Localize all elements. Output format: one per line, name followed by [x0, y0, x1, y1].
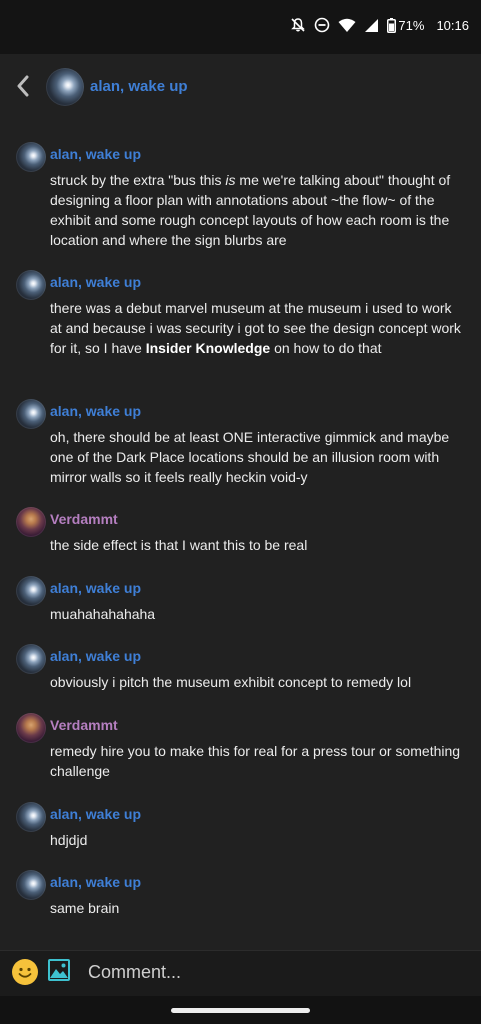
- message-author[interactable]: alan, wake up: [50, 403, 141, 419]
- message-author[interactable]: alan, wake up: [50, 806, 141, 822]
- chat-header: alan, wake up: [0, 54, 481, 122]
- chevron-left-icon: [16, 75, 30, 102]
- message-text: there was a debut marvel museum at the m…: [50, 300, 461, 356]
- status-bar: 71% 10:16: [0, 0, 481, 54]
- chat-title[interactable]: alan, wake up: [90, 78, 188, 95]
- avatar[interactable]: [16, 713, 46, 743]
- message-author[interactable]: Verdammt: [50, 717, 118, 733]
- home-gesture-handle[interactable]: [171, 1008, 310, 1013]
- avatar[interactable]: [16, 802, 46, 832]
- message-author[interactable]: alan, wake up: [50, 274, 141, 290]
- avatar[interactable]: [16, 644, 46, 674]
- battery-indicator: 71%: [387, 17, 425, 33]
- emoji-button[interactable]: [12, 959, 38, 985]
- battery-icon: [387, 17, 397, 33]
- avatar[interactable]: [16, 576, 46, 606]
- do-not-disturb-icon: [314, 17, 330, 33]
- message-text: same brain: [50, 900, 120, 916]
- message-author[interactable]: alan, wake up: [50, 874, 141, 890]
- message-author[interactable]: alan, wake up: [50, 580, 141, 596]
- message-text: the side effect is that I want this to b…: [50, 537, 308, 553]
- message-text: struck by the extra "bus this is me we'r…: [50, 172, 451, 248]
- image-icon: [47, 959, 71, 986]
- chat-screen: 71% 10:16 alan, wake up alan, wake up st…: [0, 0, 481, 1024]
- comment-input[interactable]: [88, 957, 458, 987]
- message-text: hdjdjd: [50, 832, 88, 848]
- message-text: remedy hire you to make this for real fo…: [50, 743, 461, 779]
- comment-bar: [0, 950, 481, 997]
- image-button[interactable]: [47, 958, 71, 982]
- battery-percent: 71%: [398, 17, 425, 33]
- avatar[interactable]: [16, 270, 46, 300]
- avatar[interactable]: [16, 142, 46, 172]
- chat-avatar[interactable]: [46, 68, 84, 106]
- message-text: muahahahahaha: [50, 606, 156, 622]
- back-button[interactable]: [12, 74, 34, 102]
- clock: 10:16: [436, 17, 469, 33]
- message-author[interactable]: alan, wake up: [50, 648, 141, 664]
- cell-signal-icon: [364, 18, 379, 33]
- system-nav-bar: [0, 996, 481, 1024]
- avatar[interactable]: [16, 399, 46, 429]
- message-author[interactable]: Verdammt: [50, 511, 118, 527]
- message-author[interactable]: alan, wake up: [50, 146, 141, 162]
- status-icons: 71% 10:16: [290, 17, 469, 33]
- message-text: oh, there should be at least ONE interac…: [50, 429, 450, 485]
- avatar[interactable]: [16, 870, 46, 900]
- wifi-icon: [338, 18, 356, 33]
- emoji-icon: [12, 960, 38, 989]
- avatar[interactable]: [16, 507, 46, 537]
- notifications-off-icon: [290, 17, 306, 33]
- message-list[interactable]: alan, wake up struck by the extra "bus t…: [0, 122, 481, 950]
- message-text: obviously i pitch the museum exhibit con…: [50, 674, 412, 690]
